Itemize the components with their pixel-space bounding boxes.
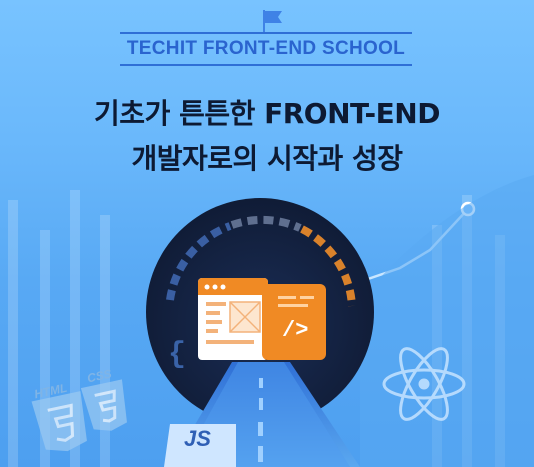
curly-brace-icon: { bbox=[168, 338, 186, 372]
illustration: { bbox=[8, 10, 534, 467]
headline-line-2: 개발자로의 시작과 성장 bbox=[131, 142, 403, 175]
flag-icon bbox=[263, 10, 282, 32]
brand-rule-bottom bbox=[120, 64, 412, 66]
css3-shield-icon bbox=[80, 379, 127, 431]
brand-rule-top bbox=[120, 32, 412, 34]
browser-window-icon bbox=[198, 278, 268, 360]
headline-line-1: 기초가 튼튼한 FRONT-END bbox=[94, 97, 440, 130]
js-label: JS bbox=[184, 426, 211, 451]
banner: {TECHIT FRONT-END SCHOOL 기초가 튼튼한 FRONT-… bbox=[0, 0, 534, 467]
school-name: TECHIT FRONT-END SCHOOL bbox=[126, 38, 406, 59]
code-glyph: /> bbox=[282, 318, 309, 343]
